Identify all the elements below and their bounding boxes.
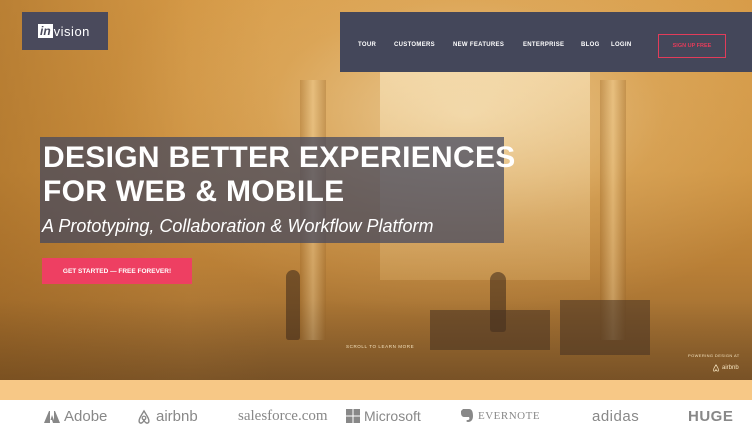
nav-login[interactable]: LOGIN bbox=[611, 42, 632, 48]
microsoft-icon bbox=[346, 409, 360, 423]
nav-new-features[interactable]: NEW FEATURES bbox=[453, 42, 504, 48]
hero-person bbox=[286, 270, 300, 340]
brand-logo[interactable]: in vision bbox=[22, 12, 108, 50]
client-evernote-label: EVERNOTE bbox=[478, 409, 541, 422]
powered-brand-label: airbnb bbox=[722, 365, 739, 371]
scroll-hint[interactable]: SCROLL TO LEARN MORE bbox=[346, 344, 414, 349]
signup-button[interactable]: SIGN UP FREE bbox=[658, 34, 726, 58]
evernote-icon bbox=[461, 409, 473, 422]
top-nav: TOUR CUSTOMERS NEW FEATURES ENTERPRISE B… bbox=[340, 12, 752, 72]
nav-customers[interactable]: CUSTOMERS bbox=[394, 42, 435, 48]
hero-headline: DESIGN BETTER EXPERIENCES FOR WEB & MOBI… bbox=[43, 141, 516, 209]
powered-by-brand: airbnb bbox=[712, 364, 739, 372]
client-huge: HUGE bbox=[688, 408, 733, 425]
client-adobe: Adobe bbox=[44, 408, 107, 425]
hero-desk bbox=[430, 310, 550, 350]
headline-line-2: FOR WEB & MOBILE bbox=[43, 175, 345, 208]
client-adidas-label: adidas bbox=[592, 408, 640, 425]
client-evernote: EVERNOTE bbox=[460, 408, 540, 423]
client-airbnb-label: airbnb bbox=[156, 408, 198, 425]
logo-mark: in bbox=[38, 24, 53, 38]
airbnb-icon bbox=[713, 364, 719, 372]
client-salesforce-label: salesforce.com bbox=[238, 408, 328, 424]
powered-by-label: POWERING DESIGN AT bbox=[688, 353, 740, 358]
nav-tour[interactable]: TOUR bbox=[358, 42, 376, 48]
logo-wordmark: vision bbox=[53, 23, 90, 39]
client-airbnb: airbnb bbox=[136, 408, 198, 425]
nav-blog[interactable]: BLOG bbox=[581, 42, 600, 48]
get-started-button[interactable]: GET STARTED — FREE FOREVER! bbox=[42, 258, 192, 284]
client-microsoft: Microsoft bbox=[346, 408, 421, 424]
headline-line-1: DESIGN BETTER EXPERIENCES bbox=[43, 141, 516, 174]
airbnb-icon bbox=[138, 409, 150, 424]
hero-desk bbox=[560, 300, 650, 355]
client-microsoft-label: Microsoft bbox=[364, 408, 421, 424]
nav-enterprise[interactable]: ENTERPRISE bbox=[523, 42, 564, 48]
client-salesforce: salesforce.com bbox=[238, 408, 328, 425]
client-adobe-label: Adobe bbox=[64, 408, 108, 425]
clients-stripe bbox=[0, 380, 752, 400]
adobe-icon bbox=[44, 410, 60, 423]
hero-subline: A Prototyping, Collaboration & Workflow … bbox=[42, 216, 434, 236]
client-adidas: adidas bbox=[592, 408, 639, 425]
client-huge-label: HUGE bbox=[688, 408, 734, 425]
